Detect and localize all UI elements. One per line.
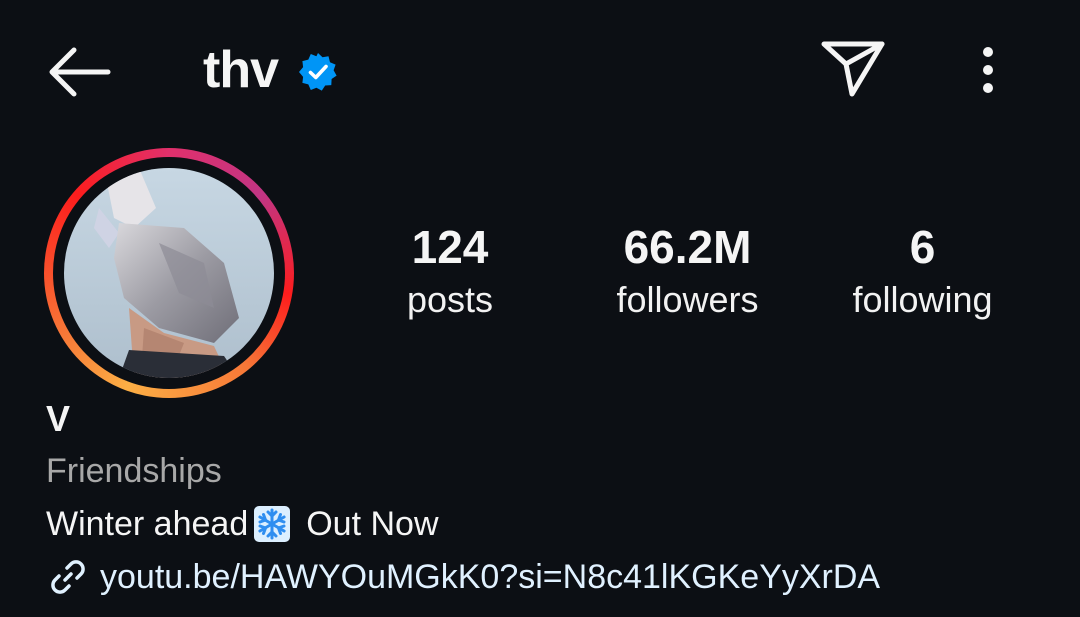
link-icon (51, 560, 85, 594)
following-label: following (852, 279, 993, 320)
bio-text-end: Out Now (306, 505, 439, 543)
followers-label: followers (616, 279, 759, 320)
more-vertical-icon (983, 47, 993, 93)
verified-badge-icon (299, 53, 337, 91)
bio-link-text[interactable]: youtu.be/HAWYOuMGkK0?si=N8c41lKGKeYyXrDA (100, 555, 880, 599)
profile-page: thv 124 posts 66.2M followers 6 followin… (0, 0, 1080, 617)
paper-plane-icon (821, 41, 885, 97)
avatar[interactable] (64, 168, 274, 378)
following-stat[interactable]: 6 following (830, 218, 1015, 322)
profile-category: Friendships (46, 452, 222, 490)
followers-stat[interactable]: 66.2M followers (590, 218, 785, 322)
send-message-button[interactable] (818, 38, 888, 100)
followers-count: 66.2M (623, 221, 752, 273)
profile-header-title: thv (203, 38, 338, 102)
following-count: 6 (909, 221, 936, 273)
back-button[interactable] (44, 44, 114, 100)
bio-text: Winter ahead Out Now (46, 502, 439, 546)
arrow-left-icon (49, 47, 111, 97)
profile-username: thv (203, 41, 279, 99)
bio-text-start: Winter ahead (46, 505, 249, 543)
posts-count: 124 (411, 221, 489, 273)
avatar-border (53, 157, 285, 389)
posts-label: posts (406, 279, 494, 320)
snowflake-icon (254, 506, 291, 542)
display-name: V (46, 398, 71, 439)
posts-stat[interactable]: 124 posts (380, 218, 520, 322)
more-options-button[interactable] (968, 42, 1008, 98)
story-ring[interactable] (44, 148, 294, 398)
profile-photo (64, 168, 274, 378)
bio-link[interactable]: youtu.be/HAWYOuMGkK0?si=N8c41lKGKeYyXrDA (46, 555, 880, 599)
